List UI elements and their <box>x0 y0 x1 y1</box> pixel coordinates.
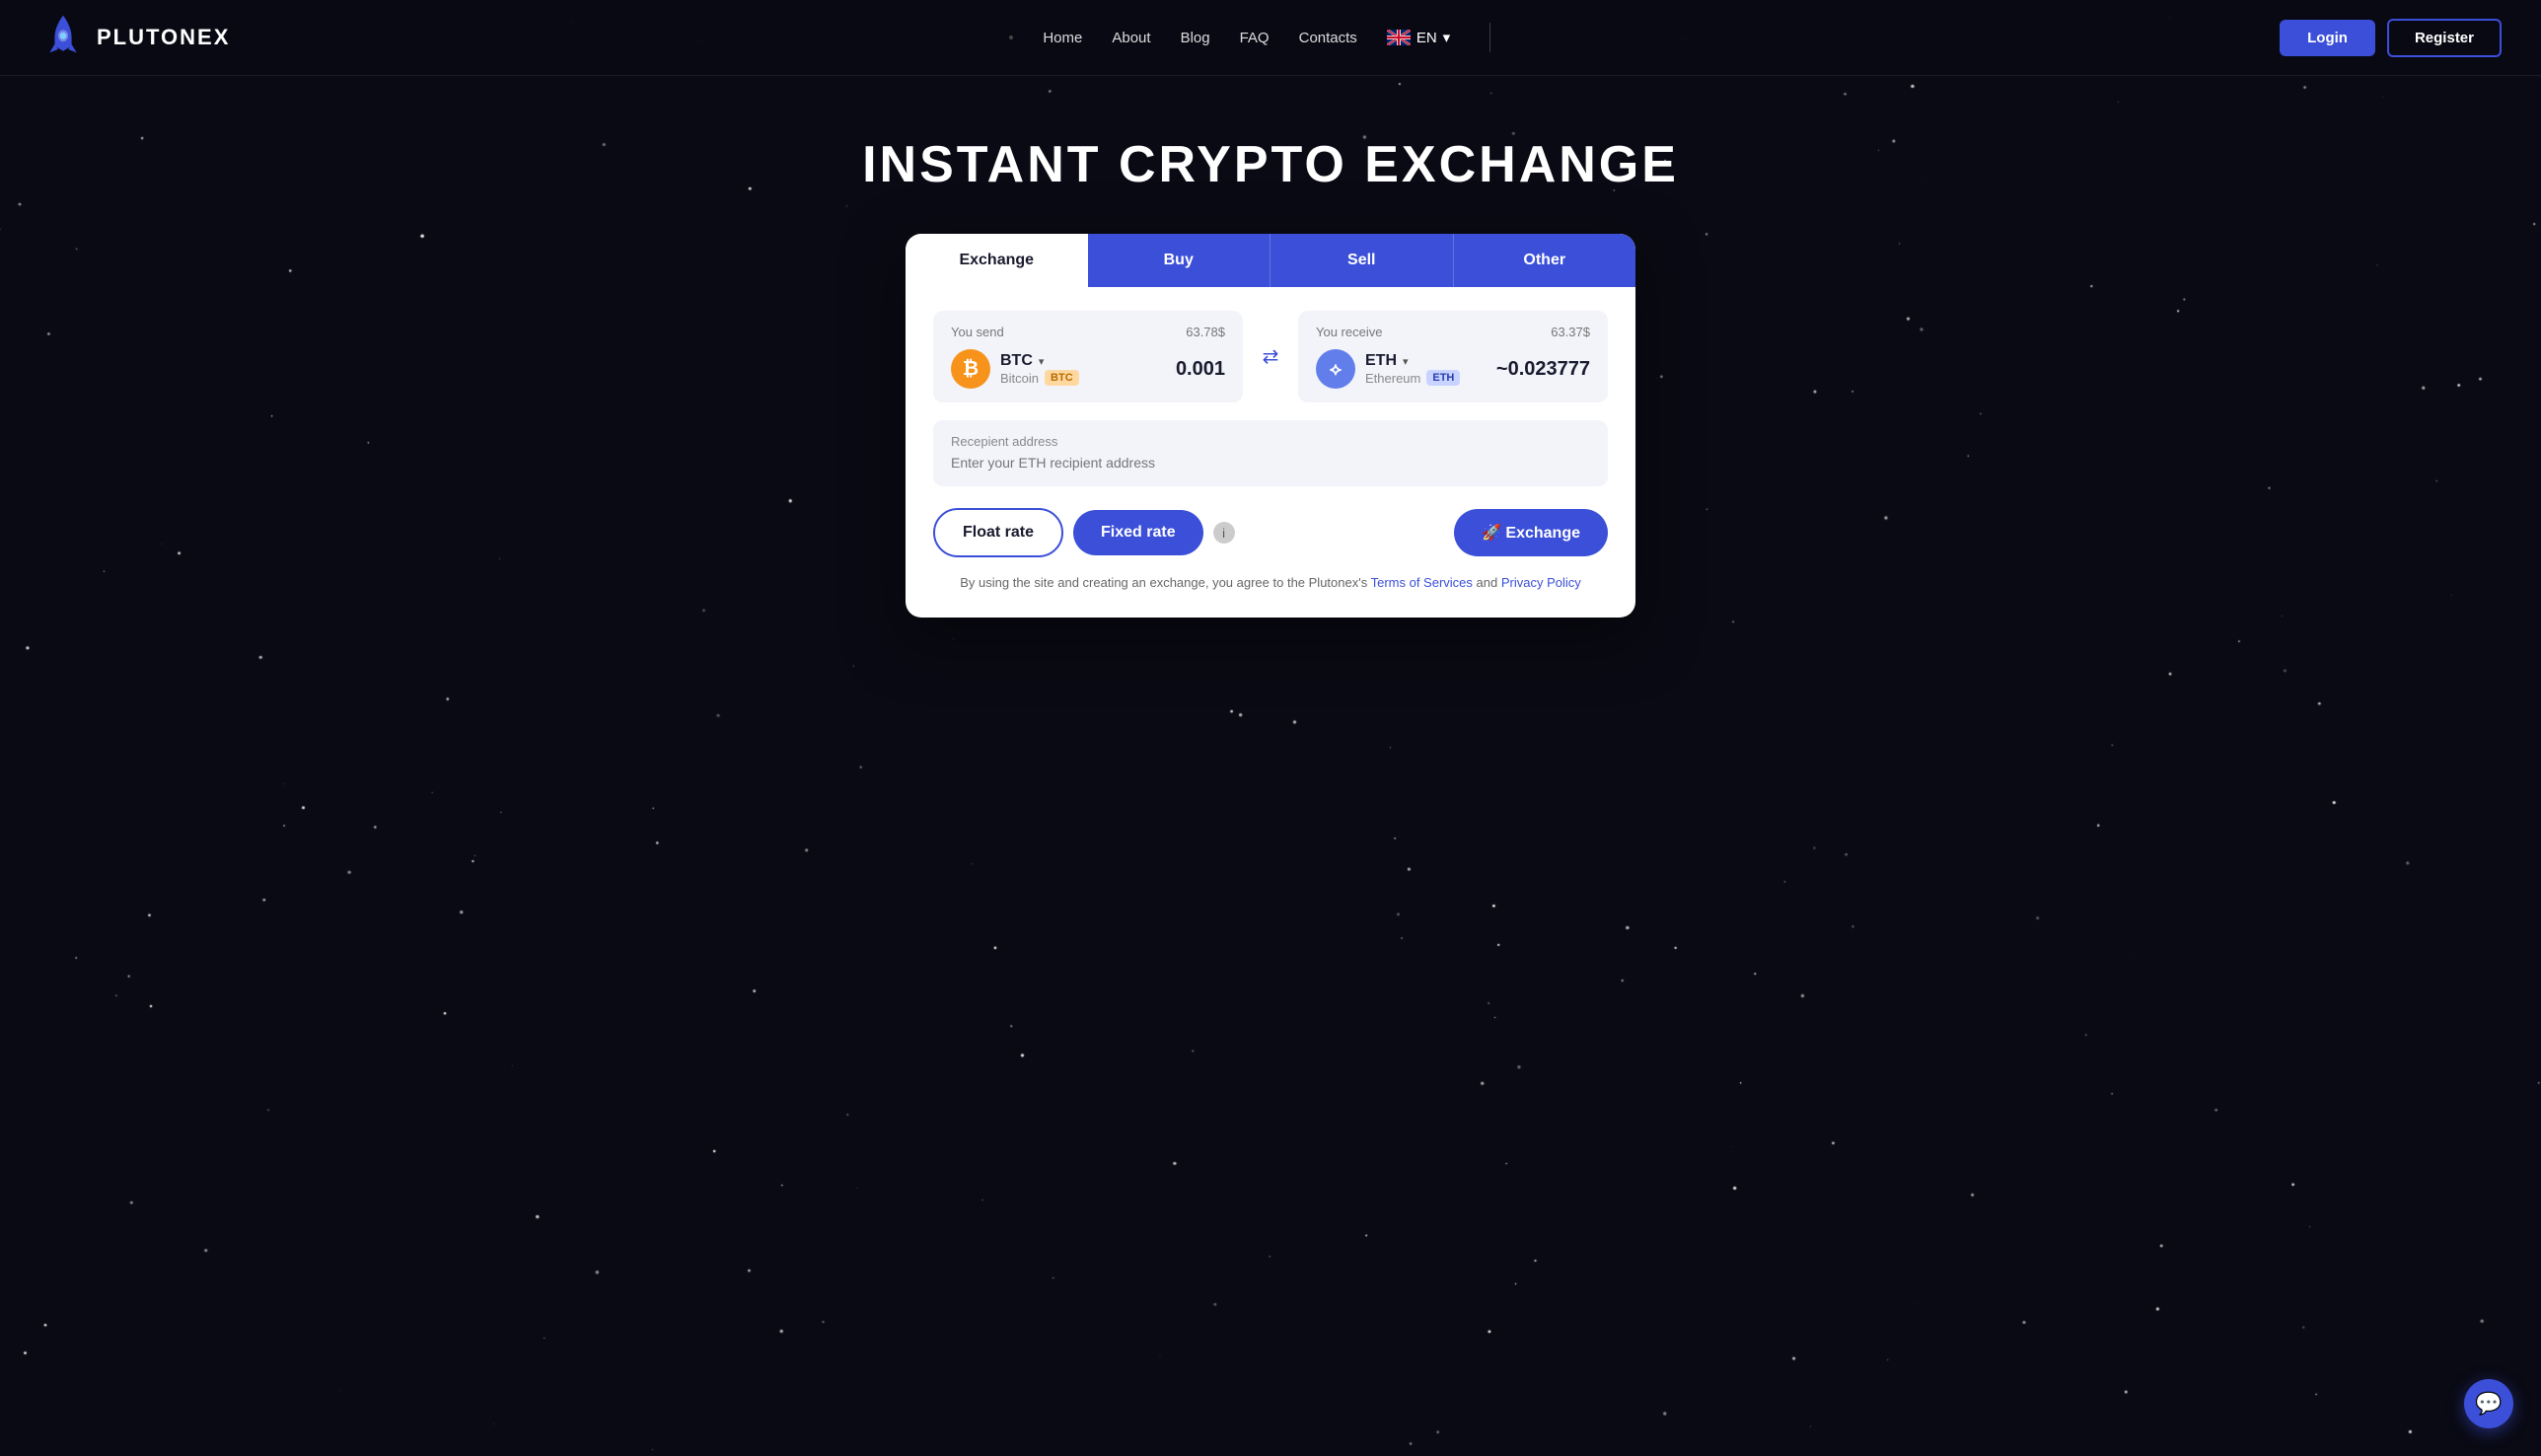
receive-dropdown-arrow[interactable]: ▾ <box>1403 355 1409 368</box>
receive-coin-badge: ETH <box>1426 370 1460 386</box>
float-rate-button[interactable]: Float rate <box>933 508 1063 557</box>
nav-faq[interactable]: FAQ <box>1240 30 1270 46</box>
nav-links: Home About Blog FAQ Contacts EN ▾ <box>1009 23 1500 52</box>
send-usd: 63.78$ <box>1186 325 1225 339</box>
terms-and: and <box>1477 575 1501 590</box>
navbar: PLUTONEX Home About Blog FAQ Contacts EN… <box>0 0 2541 76</box>
chat-icon: 💬 <box>2475 1391 2502 1417</box>
nav-dot <box>1009 36 1013 39</box>
register-button[interactable]: Register <box>2387 19 2502 57</box>
receive-panel: You receive 63.37$ ⟡ ETH ▾ <box>1298 311 1608 402</box>
swap-button[interactable]: ⇄ <box>1255 344 1286 369</box>
tab-other[interactable]: Other <box>1453 234 1636 287</box>
logo-icon <box>39 14 87 61</box>
receive-amount: ~0.023777 <box>1496 358 1590 381</box>
exchange-button[interactable]: 🚀 Exchange <box>1454 509 1608 556</box>
nav-divider <box>1489 23 1490 52</box>
tab-exchange[interactable]: Exchange <box>906 234 1088 287</box>
address-panel: Recepient address <box>933 420 1608 486</box>
nav-home[interactable]: Home <box>1043 30 1082 46</box>
language-selector[interactable]: EN ▾ <box>1387 29 1450 46</box>
receive-coin-full: Ethereum <box>1365 371 1420 386</box>
nav-actions: Login Register <box>2280 19 2502 57</box>
chat-button[interactable]: 💬 <box>2464 1379 2513 1428</box>
terms-prefix: By using the site and creating an exchan… <box>960 575 1370 590</box>
nav-contacts[interactable]: Contacts <box>1299 30 1357 46</box>
card-body: You send 63.78$ ₿ BTC ▾ <box>906 287 1635 618</box>
login-button[interactable]: Login <box>2280 20 2375 56</box>
send-panel-header: You send 63.78$ <box>951 325 1225 339</box>
privacy-link[interactable]: Privacy Policy <box>1501 575 1581 590</box>
send-coin-name-row: BTC ▾ <box>1000 352 1079 370</box>
terms-link[interactable]: Terms of Services <box>1371 575 1473 590</box>
tab-sell[interactable]: Sell <box>1270 234 1453 287</box>
hero-title: INSTANT CRYPTO EXCHANGE <box>862 135 1679 194</box>
receive-usd: 63.37$ <box>1551 325 1590 339</box>
address-label: Recepient address <box>951 434 1590 449</box>
tab-bar: Exchange Buy Sell Other <box>906 234 1635 287</box>
eth-icon: ⟡ <box>1316 349 1355 389</box>
main-content: INSTANT CRYPTO EXCHANGE Exchange Buy Sel… <box>0 76 2541 657</box>
logo[interactable]: PLUTONEX <box>39 14 230 61</box>
send-coin-full: Bitcoin <box>1000 371 1039 386</box>
address-input[interactable] <box>951 455 1590 471</box>
nav-about[interactable]: About <box>1112 30 1150 46</box>
lang-arrow: ▾ <box>1443 29 1451 46</box>
send-coin-details: BTC ▾ Bitcoin BTC <box>1000 352 1079 386</box>
send-amount-input[interactable] <box>1107 358 1225 381</box>
logo-text: PLUTONEX <box>97 25 230 50</box>
send-coin-info[interactable]: ₿ BTC ▾ Bitcoin BTC <box>951 349 1079 389</box>
terms-text: By using the site and creating an exchan… <box>933 575 1608 590</box>
receive-coin-row2: Ethereum ETH <box>1365 370 1460 386</box>
fixed-rate-button[interactable]: Fixed rate <box>1073 510 1203 555</box>
rate-row: Float rate Fixed rate i 🚀 Exchange <box>933 508 1608 557</box>
send-panel: You send 63.78$ ₿ BTC ▾ <box>933 311 1243 402</box>
swap-icon: ⇄ <box>1263 344 1279 369</box>
receive-coin-name-row: ETH ▾ <box>1365 352 1460 370</box>
receive-label: You receive <box>1316 325 1382 339</box>
send-coin-row2: Bitcoin BTC <box>1000 370 1079 386</box>
lang-label: EN <box>1416 30 1437 46</box>
send-coin-badge: BTC <box>1045 370 1079 386</box>
send-label: You send <box>951 325 1004 339</box>
receive-coin-info[interactable]: ⟡ ETH ▾ Ethereum ETH <box>1316 349 1460 389</box>
exchange-card: Exchange Buy Sell Other You send 63.78$ … <box>906 234 1635 618</box>
tab-buy[interactable]: Buy <box>1088 234 1270 287</box>
flag-icon <box>1387 30 1411 45</box>
send-content: ₿ BTC ▾ Bitcoin BTC <box>951 349 1225 389</box>
receive-content: ⟡ ETH ▾ Ethereum ETH <box>1316 349 1590 389</box>
send-dropdown-arrow[interactable]: ▾ <box>1039 355 1045 368</box>
info-icon[interactable]: i <box>1213 522 1235 544</box>
btc-icon: ₿ <box>951 349 990 389</box>
send-coin-ticker: BTC <box>1000 352 1033 370</box>
receive-coin-details: ETH ▾ Ethereum ETH <box>1365 352 1460 386</box>
exchange-row: You send 63.78$ ₿ BTC ▾ <box>933 311 1608 402</box>
nav-blog[interactable]: Blog <box>1181 30 1210 46</box>
receive-coin-ticker: ETH <box>1365 352 1397 370</box>
receive-panel-header: You receive 63.37$ <box>1316 325 1590 339</box>
